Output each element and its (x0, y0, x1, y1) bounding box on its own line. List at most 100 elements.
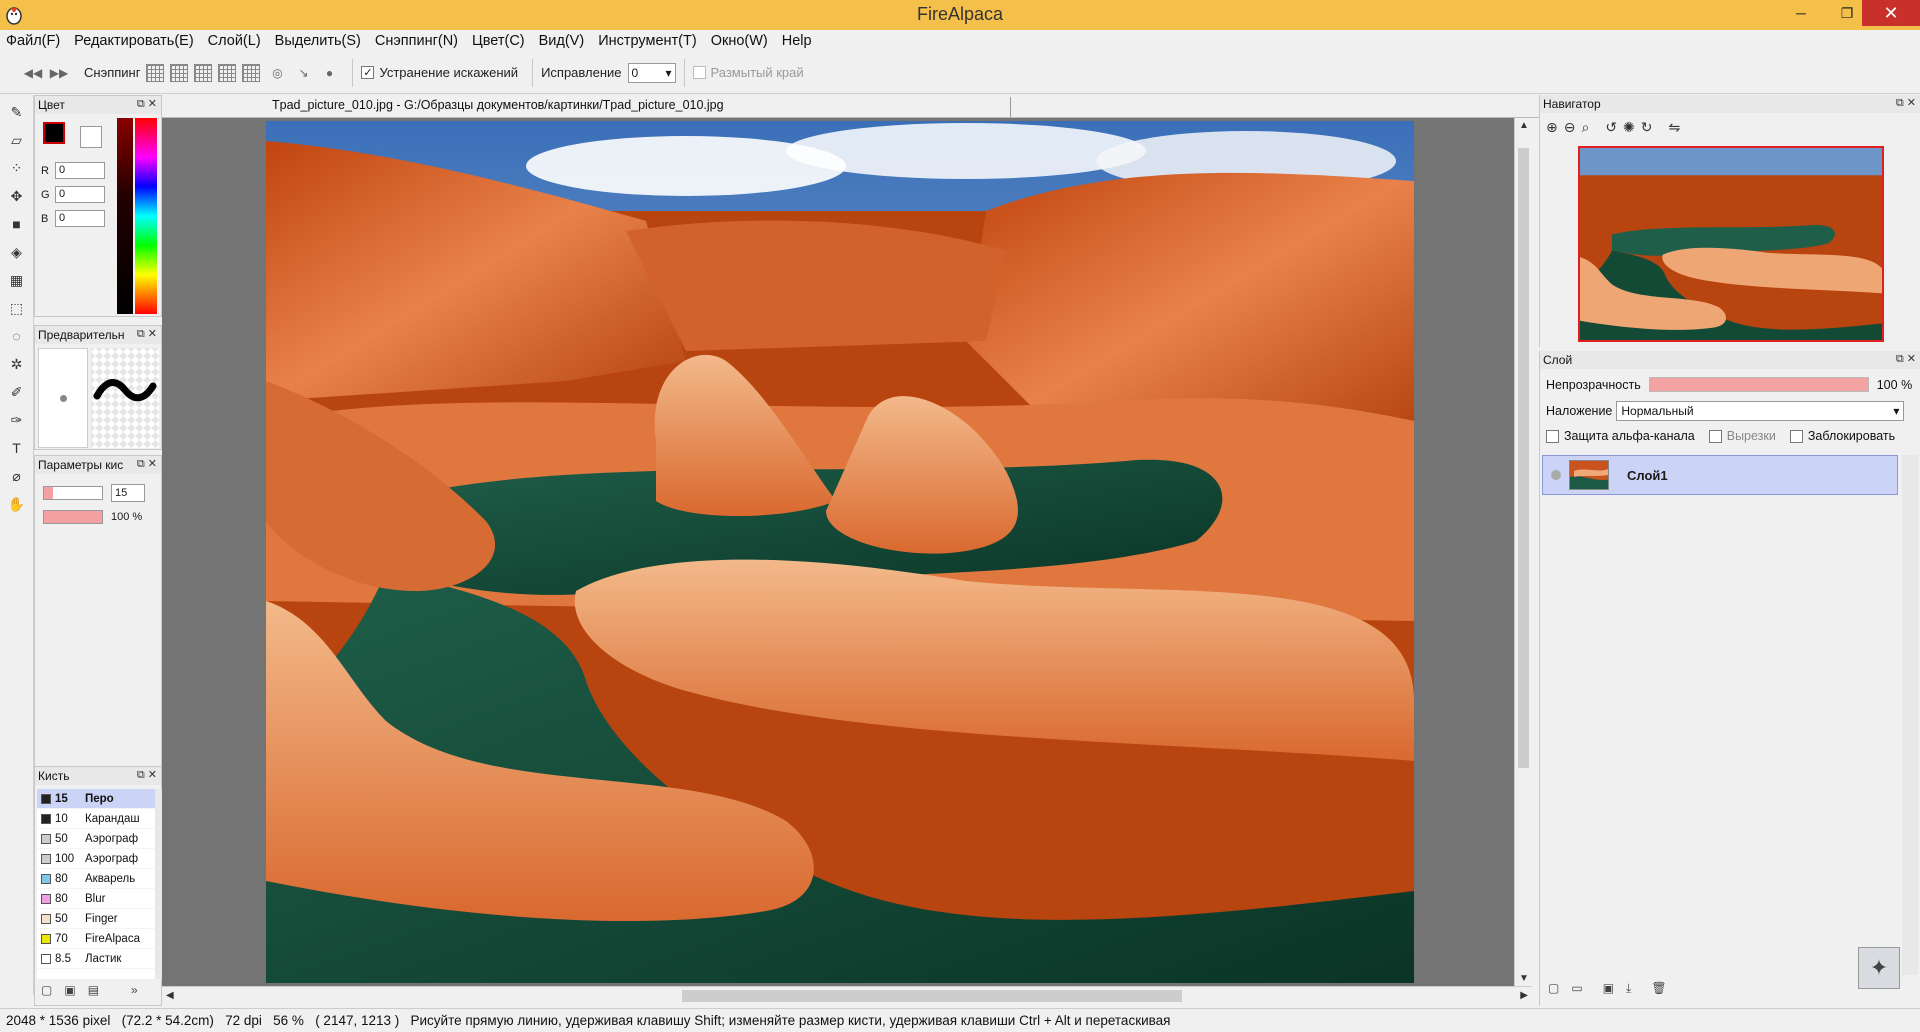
duplicate-brush-icon[interactable]: ▣ (64, 983, 75, 997)
select-tool-icon[interactable]: ⬚ (6, 297, 28, 319)
rotate-right-icon[interactable]: ↻ (1641, 119, 1653, 136)
menu-file[interactable]: Файл(F) (6, 33, 60, 49)
brush-opacity-slider[interactable] (43, 510, 103, 524)
brush-list-item[interactable]: 80 Акварель (37, 869, 155, 889)
panel-dock-close-icon[interactable]: ⧉ ✕ (137, 457, 157, 471)
foreground-color-swatch[interactable] (43, 122, 65, 144)
snap-curve-icon[interactable] (242, 63, 261, 82)
brush-list-item[interactable]: 80 Blur (37, 889, 155, 909)
rotate-reset-icon[interactable]: ✺ (1623, 119, 1635, 136)
canvas-area[interactable] (162, 118, 1514, 986)
zoom-in-icon[interactable]: ⊕ (1546, 119, 1558, 136)
brush-list-item[interactable]: 50 Finger (37, 909, 155, 929)
scroll-right-icon[interactable]: ▶ (1520, 990, 1528, 1001)
next-icon[interactable]: ▶▶ (48, 62, 70, 84)
brush-list-scrollbar[interactable] (155, 789, 162, 979)
brush-list-item[interactable]: 15 Перо (37, 789, 155, 809)
brush-list-item[interactable]: 8.5 Ластик (37, 949, 155, 969)
merge-down-icon[interactable]: ⤓ (1626, 981, 1631, 996)
zoom-out-icon[interactable]: ⊖ (1564, 119, 1576, 136)
brush-settings-icon[interactable]: ▤ (88, 983, 99, 997)
menu-view[interactable]: Вид(V) (539, 33, 585, 49)
menu-color[interactable]: Цвет(C) (472, 33, 525, 49)
canvas-horizontal-scrollbar[interactable]: ◀ ▶ (162, 986, 1532, 1004)
panel-dock-close-icon[interactable]: ⧉ ✕ (1896, 352, 1916, 366)
panel-dock-close-icon[interactable]: ⧉ ✕ (137, 768, 157, 782)
lasso-tool-icon[interactable]: ◌ (6, 325, 28, 347)
brightness-slider[interactable] (117, 118, 133, 314)
vertical-scroll-thumb[interactable] (1518, 148, 1529, 768)
new-folder-icon[interactable]: ▭ (1571, 981, 1582, 996)
move-tool-icon[interactable]: ✥ (6, 185, 28, 207)
add-brush-icon[interactable]: ▢ (41, 983, 52, 997)
delete-layer-icon[interactable]: 🗑 (1651, 981, 1666, 996)
text-tool-icon[interactable]: T (6, 437, 28, 459)
lock-checkbox[interactable] (1789, 429, 1803, 443)
eyedropper-icon[interactable]: ⌀ (6, 465, 28, 487)
panel-dock-close-icon[interactable]: ⧉ ✕ (137, 97, 157, 111)
snap-concentric-icon[interactable]: ◎ (266, 62, 288, 84)
magic-wand-icon[interactable]: ✲ (6, 353, 28, 375)
menu-help[interactable]: Help (782, 33, 812, 49)
rotate-left-icon[interactable]: ↺ (1605, 119, 1617, 136)
alpha-lock-checkbox[interactable] (1546, 429, 1559, 443)
red-input[interactable]: 0 (55, 162, 105, 179)
correction-select[interactable]: 0 ▾ (627, 62, 676, 83)
scroll-down-icon[interactable]: ▼ (1519, 973, 1529, 984)
document-tab[interactable]: Tpad_picture_010.jpg - G:/Образцы докуме… (272, 98, 724, 112)
new-layer-icon[interactable]: ▢ (1548, 981, 1559, 996)
navigator-thumbnail[interactable] (1578, 146, 1884, 342)
brush-list-item[interactable]: 10 Карандаш (37, 809, 155, 829)
brush-list-item[interactable]: 100 Аэрограф (37, 849, 155, 869)
panel-dock-close-icon[interactable]: ⧉ ✕ (1896, 96, 1916, 110)
minimize-button[interactable]: ─ (1778, 0, 1824, 26)
layer-visibility-icon[interactable] (1551, 470, 1561, 480)
panel-dock-close-icon[interactable]: ⧉ ✕ (137, 327, 157, 341)
eraser-tool-icon[interactable]: ▱ (6, 129, 28, 151)
menu-tool[interactable]: Инструмент(T) (598, 33, 697, 49)
scroll-left-icon[interactable]: ◀ (166, 990, 174, 1001)
fill-tool-icon[interactable]: ■ (6, 213, 28, 235)
close-button[interactable]: ✕ (1862, 0, 1920, 26)
zoom-fit-icon[interactable]: ⌕ (1581, 119, 1589, 136)
pen-tool-icon[interactable]: ✎ (6, 101, 28, 123)
snap-parallel-icon[interactable] (170, 63, 189, 82)
flip-icon[interactable]: ⇋ (1669, 119, 1681, 136)
green-input[interactable]: 0 (55, 186, 105, 203)
menu-select[interactable]: Выделить(S) (275, 33, 361, 49)
canvas-image[interactable] (266, 121, 1414, 983)
select-pen-icon[interactable]: ✐ (6, 381, 28, 403)
hand-tool-icon[interactable]: ✋ (6, 493, 28, 515)
layer-list-scrollbar[interactable] (1902, 455, 1918, 975)
menu-snapping[interactable]: Снэппинг(N) (375, 33, 458, 49)
select-eraser-icon[interactable]: ✑ (6, 409, 28, 431)
menu-edit[interactable]: Редактировать(E) (74, 33, 194, 49)
dot-tool-icon[interactable]: ⁘ (6, 157, 28, 179)
clipping-checkbox[interactable] (1708, 429, 1722, 443)
brush-size-slider[interactable] (43, 486, 103, 500)
snap-vanishing-icon[interactable]: ↘ (292, 62, 314, 84)
scroll-up-icon[interactable]: ▲ (1519, 120, 1529, 131)
hue-slider[interactable] (135, 118, 157, 314)
blur-edge-checkbox[interactable] (692, 66, 706, 79)
blend-mode-select[interactable]: Нормальный ▾ (1616, 401, 1905, 421)
snap-grid-icon[interactable] (194, 63, 213, 82)
more-icon[interactable]: » (131, 983, 138, 997)
canvas-vertical-scrollbar[interactable]: ▲ ▼ (1514, 118, 1532, 986)
layer-row[interactable]: Слой1 (1542, 455, 1898, 495)
background-color-swatch[interactable] (80, 126, 102, 148)
gradient-tool-icon[interactable]: ▦ (6, 269, 28, 291)
brush-list-item[interactable]: 50 Аэрограф (37, 829, 155, 849)
brush-list-item[interactable]: 70 FireAlpaca (37, 929, 155, 949)
blue-input[interactable]: 0 (55, 210, 105, 227)
snap-radial-icon[interactable]: ● (318, 62, 340, 84)
layer-opacity-slider[interactable] (1648, 377, 1869, 392)
prev-icon[interactable]: ◀◀ (22, 62, 44, 84)
distortion-checkbox[interactable]: ✓ (361, 66, 375, 79)
menu-window[interactable]: Окно(W) (711, 33, 768, 49)
snap-off-icon[interactable] (146, 63, 165, 82)
snap-crisscross-icon[interactable] (218, 63, 237, 82)
brush-size-input[interactable]: 15 (111, 484, 145, 502)
duplicate-layer-icon[interactable]: ▣ (1603, 981, 1614, 996)
bucket-tool-icon[interactable]: ◈ (6, 241, 28, 263)
